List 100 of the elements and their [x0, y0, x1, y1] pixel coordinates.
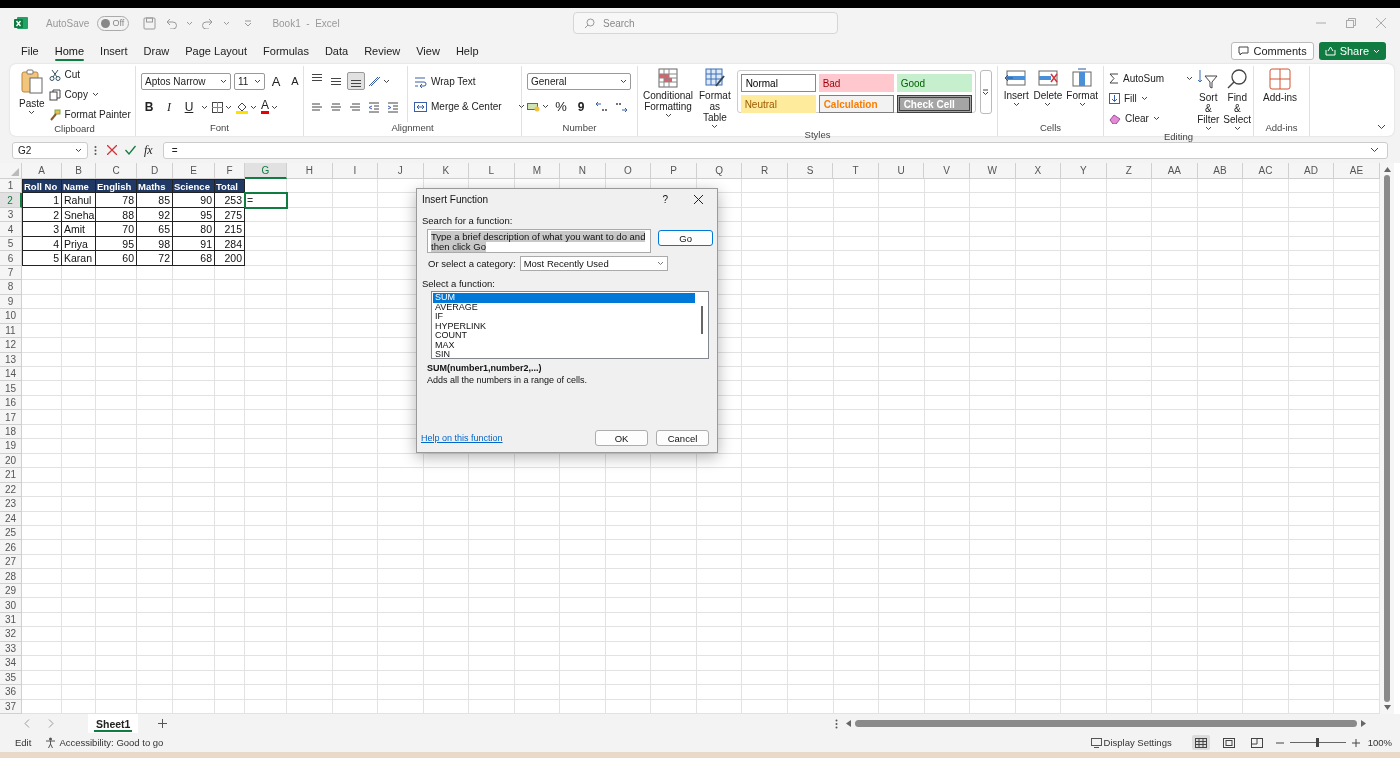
conditional-formatting-button[interactable]: Conditional Formatting [643, 66, 694, 129]
column-header[interactable]: X [1015, 163, 1062, 179]
menu-tab[interactable]: Data [316, 41, 357, 61]
column-header[interactable]: AA [1152, 163, 1198, 179]
column-header[interactable]: S [787, 163, 834, 179]
shrink-font-button[interactable]: A [287, 72, 303, 90]
cancel-button[interactable]: Cancel [656, 430, 709, 446]
menu-tab[interactable]: Draw [135, 41, 178, 61]
more-options-icon[interactable] [94, 144, 97, 156]
go-button[interactable]: Go [658, 230, 713, 246]
merge-center-button[interactable]: Merge & Center [414, 98, 525, 115]
function-item[interactable]: SIN [433, 350, 695, 360]
accessibility-status[interactable]: Accessibility: Good to go [59, 737, 164, 748]
column-header[interactable]: Y [1061, 163, 1107, 179]
row-header[interactable]: 34 [0, 656, 22, 671]
column-header[interactable]: A [22, 163, 62, 179]
formula-field[interactable]: = [162, 141, 1388, 159]
menu-tab[interactable]: Insert [92, 41, 136, 61]
column-header[interactable]: I [332, 163, 379, 179]
row-header[interactable]: 25 [0, 526, 22, 541]
add-ins-button[interactable]: Add-ins [1259, 66, 1301, 122]
close-icon[interactable] [694, 194, 703, 204]
cell-style[interactable]: Good [896, 74, 972, 92]
zoom-level[interactable]: 100% [1367, 737, 1392, 748]
ok-button[interactable]: OK [595, 430, 648, 446]
cancel-icon[interactable] [107, 145, 117, 155]
column-header[interactable]: F [215, 163, 245, 179]
accessibility-icon[interactable] [45, 737, 57, 748]
display-settings-icon[interactable] [1090, 737, 1102, 748]
format-cells-button[interactable]: Format [1066, 66, 1098, 122]
function-list[interactable]: SUM AVERAGE IF HYPERLINK COUNT MAX SIN [431, 291, 709, 359]
column-header[interactable]: M [514, 163, 561, 179]
row-header[interactable]: 15 [0, 381, 22, 396]
zoom-in-icon[interactable] [1351, 738, 1360, 747]
column-header[interactable]: AD [1288, 163, 1335, 179]
row-header[interactable]: 10 [0, 309, 22, 324]
wrap-text-button[interactable]: Wrap Text [414, 73, 525, 90]
row-header[interactable]: 21 [0, 468, 22, 483]
normal-view-button[interactable] [1191, 735, 1210, 750]
row-header[interactable]: 2 [0, 193, 22, 208]
fill-button[interactable]: Fill [1109, 90, 1194, 107]
help-link[interactable]: Help on this function [421, 433, 503, 443]
column-header[interactable]: U [878, 163, 925, 179]
row-header[interactable]: 12 [0, 338, 22, 353]
row-header[interactable]: 36 [0, 685, 22, 700]
row-header[interactable]: 32 [0, 627, 22, 642]
column-header[interactable]: AE [1334, 163, 1380, 179]
insert-function-button[interactable]: fx [144, 142, 153, 158]
horizontal-scrollbar[interactable] [846, 717, 1367, 730]
underline-button[interactable]: U [181, 98, 197, 116]
menu-tab[interactable]: File [13, 41, 47, 61]
menu-tab[interactable]: Home [46, 41, 93, 61]
column-header[interactable]: L [469, 163, 515, 179]
column-header[interactable]: V [924, 163, 970, 179]
number-format-field[interactable]: General [527, 72, 631, 90]
font-size-field[interactable]: 11 [234, 72, 265, 90]
menu-tab[interactable]: Help [447, 41, 487, 61]
add-sheet-icon[interactable] [158, 719, 168, 728]
category-dropdown[interactable]: Most Recently Used [519, 256, 668, 271]
column-header[interactable]: Q [696, 163, 743, 179]
italic-button[interactable]: I [161, 98, 177, 116]
paste-button[interactable]: Paste [19, 66, 45, 123]
row-header[interactable]: 28 [0, 569, 22, 584]
function-item[interactable]: AVERAGE [433, 302, 695, 312]
format-painter-button[interactable]: Format Painter [48, 106, 131, 123]
cell-style[interactable]: Bad [818, 74, 894, 92]
delete-cells-button[interactable]: Delete [1033, 66, 1063, 122]
menu-tab[interactable]: Review [356, 41, 409, 61]
sort-filter-button[interactable]: Sort & Filter [1197, 66, 1220, 131]
collapse-ribbon-icon[interactable] [1377, 124, 1386, 130]
cell-style[interactable]: Neutral [740, 95, 816, 113]
column-header[interactable]: T [833, 163, 879, 179]
function-item[interactable]: HYPERLINK [433, 321, 695, 331]
column-header[interactable]: J [378, 163, 424, 179]
row-header[interactable]: 30 [0, 598, 22, 613]
autosum-button[interactable]: AutoSum [1109, 70, 1194, 87]
menu-tab[interactable]: Page Layout [177, 41, 256, 61]
more-options-icon[interactable] [835, 718, 839, 729]
column-header[interactable]: AB [1197, 163, 1244, 179]
row-header[interactable]: 6 [0, 251, 22, 266]
comma-button[interactable]: 9 [573, 97, 589, 116]
column-header[interactable]: C [96, 163, 137, 179]
share-button[interactable]: Share [1318, 42, 1386, 60]
customize-icon[interactable] [244, 19, 253, 27]
cut-button[interactable]: Cut [48, 66, 131, 83]
cell-style[interactable]: Normal [740, 74, 816, 92]
sheet-tab[interactable]: Sheet1 [88, 714, 139, 733]
clear-button[interactable]: Clear [1109, 110, 1194, 127]
function-item[interactable]: COUNT [433, 331, 695, 341]
column-header[interactable]: B [62, 163, 96, 179]
expand-icon[interactable] [1370, 147, 1379, 153]
find-select-button[interactable]: Find & Select [1223, 66, 1252, 131]
check-icon[interactable] [125, 145, 136, 155]
column-header[interactable]: AC [1243, 163, 1289, 179]
function-item[interactable]: MAX [433, 340, 695, 350]
insert-cells-button[interactable]: Insert [1003, 66, 1030, 122]
column-header[interactable]: K [423, 163, 470, 179]
column-header[interactable]: N [560, 163, 606, 179]
row-header[interactable]: 1 [0, 179, 22, 194]
search-field[interactable]: Type a brief description of what you want to do and then click Go [427, 229, 652, 253]
